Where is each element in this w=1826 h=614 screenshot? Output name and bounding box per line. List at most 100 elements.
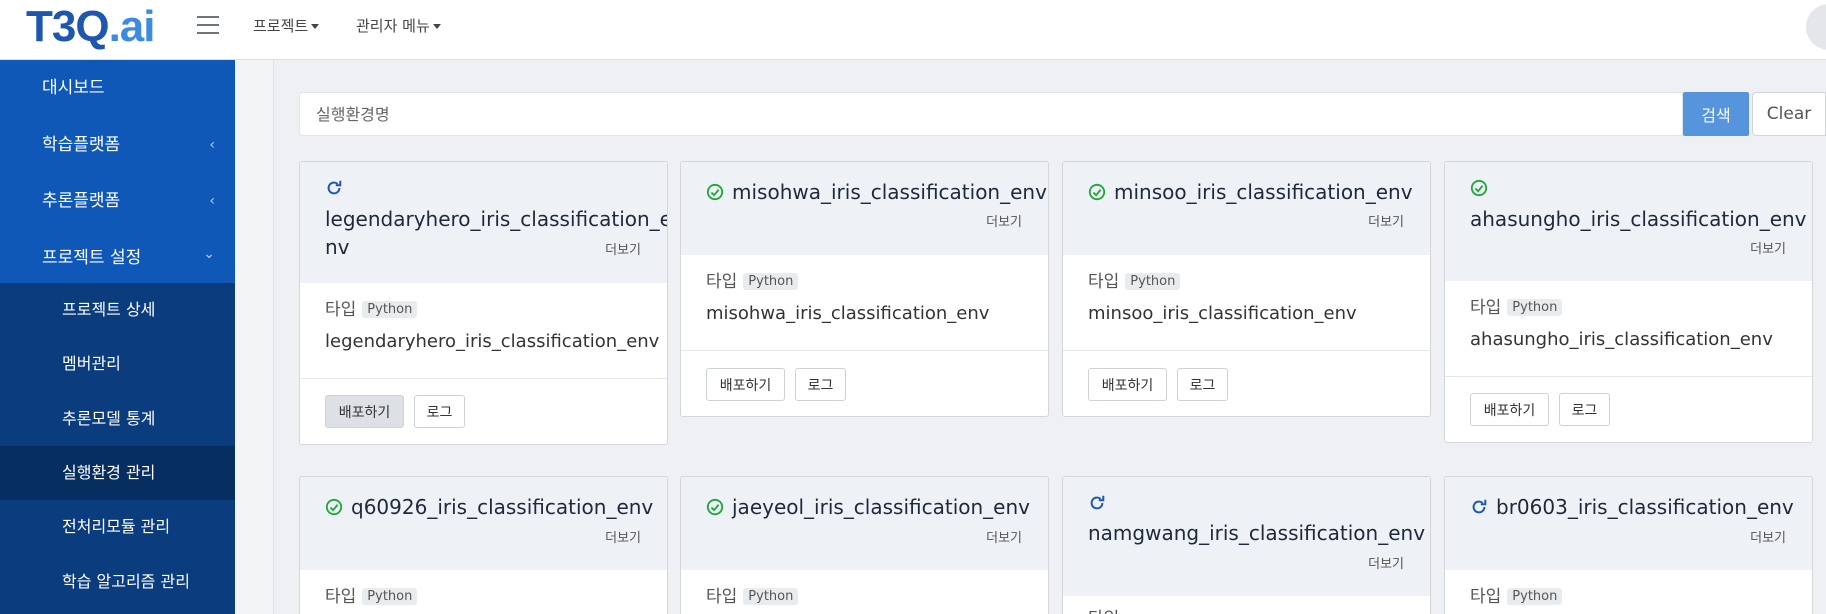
type-label: 타입 [1470,298,1502,318]
nav-menu-admin-label: 관리자 메뉴 [356,17,430,35]
sidebar-subitem-label: 학습 알고리즘 관리 [62,572,190,591]
card-title-text: q60926_iris_classification_env [351,495,654,519]
card-title[interactable]: namgwang_iris_classification_env [1088,519,1425,547]
logo-main: T3Q [26,2,110,51]
card-title-line2: nv [325,235,350,259]
check-circle-icon [706,183,724,201]
env-card: q60926_iris_classification_env 더보기 타입 Pyt… [299,476,668,614]
more-link[interactable]: 더보기 [605,527,641,546]
card-title-text: br0603_iris_classification_env [1496,495,1794,519]
caret-down-icon [432,24,441,29]
more-link[interactable]: 더보기 [605,239,641,258]
card-title-text: minsoo_iris_classification_env [1114,180,1413,204]
env-card: ahasungho_iris_classification_env 더보기 타입… [1444,161,1813,443]
deploy-button[interactable]: 배포하기 [1088,368,1167,401]
sidebar-subitem-project-detail[interactable]: 프로젝트 상세 [0,283,235,337]
top-navbar: T3Q.ai 프로젝트 관리자 메뉴 [0,0,1826,60]
type-label: 타입 [1088,272,1120,292]
type-badge: Python [743,588,799,605]
log-button[interactable]: 로그 [414,395,465,428]
type-label: 타입 [325,587,357,607]
deploy-button[interactable]: 배포하기 [1470,393,1549,426]
nav-menu-project-label: 프로젝트 [253,17,309,35]
sidebar-item-inference-platform[interactable]: 추론플랫폼 ‹ [0,173,235,229]
env-card: namgwang_iris_classification_env 더보기 타입 [1062,476,1431,614]
card-title[interactable]: minsoo_iris_classification_env [1088,178,1413,206]
more-link[interactable]: 더보기 [1750,238,1786,257]
content-gutter [235,60,274,614]
type-badge: Python [1125,273,1181,290]
log-button[interactable]: 로그 [1559,393,1610,426]
card-header: ahasungho_iris_classification_env 더보기 [1445,162,1812,281]
chevron-left-icon: ‹ [209,193,215,209]
card-header: namgwang_iris_classification_env 더보기 [1063,477,1430,596]
nav-menu-project[interactable]: 프로젝트 [253,15,320,36]
sidebar-item-project-settings[interactable]: 프로젝트 설정 ⌄ [0,230,235,286]
sidebar-subitem-algorithms[interactable]: 학습 알고리즘 관리 [0,555,235,609]
check-circle-icon [325,498,343,516]
more-link[interactable]: 더보기 [986,211,1022,230]
brand-logo[interactable]: T3Q.ai [26,2,155,52]
sidebar-subitem-inference-stats[interactable]: 추론모델 통계 [0,392,235,446]
card-header: br0603_iris_classification_env 더보기 [1445,477,1812,570]
card-title-text: jaeyeol_iris_classification_env [732,495,1030,519]
env-card: minsoo_iris_classification_env 더보기 타입 Pyt… [1062,161,1431,417]
type-label: 타입 [1088,609,1119,614]
refresh-icon [327,180,342,195]
type-badge: Python [362,301,418,318]
deploy-button[interactable]: 배포하기 [325,395,404,428]
more-link[interactable]: 더보기 [1750,527,1786,546]
type-label: 타입 [1470,587,1502,607]
card-title-text: namgwang_iris_classification_env [1088,521,1426,545]
sidebar-item-training-platform[interactable]: 학습플랫폼 ‹ [0,117,235,173]
card-title-text: ahasungho_iris_classification_env [1470,207,1807,231]
card-header: minsoo_iris_classification_env 더보기 [1063,162,1430,255]
type-badge: Python [743,273,799,290]
card-title[interactable]: misohwa_iris_classification_env [706,178,1047,206]
card-title[interactable]: jaeyeol_iris_classification_env [706,493,1030,521]
chevron-left-icon: ‹ [209,137,215,153]
type-label: 타입 [706,587,738,607]
chevron-down-icon: ⌄ [203,246,215,262]
type-row: 타입 [1088,604,1119,614]
nav-menu-admin[interactable]: 관리자 메뉴 [356,15,441,36]
refresh-icon [1472,499,1487,514]
sidebar-subitem-label: 멤버관리 [62,354,121,373]
env-name: ahasungho_iris_classification_env [1470,329,1773,350]
type-row: 타입 Python [325,295,418,320]
type-row: 타입 Python [325,582,418,607]
clear-button[interactable]: Clear [1752,92,1826,136]
search-button[interactable]: 검색 [1683,92,1749,136]
log-button[interactable]: 로그 [1177,368,1228,401]
logo-suffix: .ai [108,2,156,51]
card-footer: 배포하기 로그 [681,350,1048,416]
card-header: q60926_iris_classification_env 더보기 [300,477,667,570]
type-badge: Python [362,588,418,605]
type-row: 타입 Python [1088,267,1181,292]
sidebar-subitem-runtime-env[interactable]: 실행환경 관리 [0,446,235,500]
more-link[interactable]: 더보기 [1368,553,1404,572]
card-title[interactable]: ahasungho_iris_classification_env [1470,205,1807,233]
card-title[interactable]: br0603_iris_classification_env [1470,493,1794,521]
card-header: legendaryhero_iris_classification_e nv 더보… [300,162,667,283]
type-label: 타입 [325,300,357,320]
type-row: 타입 Python [1470,582,1563,607]
type-badge: Python [1507,588,1563,605]
card-title-text: misohwa_iris_classification_env [732,180,1047,204]
check-circle-icon [706,498,724,516]
more-link[interactable]: 더보기 [986,527,1022,546]
search-input[interactable] [299,92,1683,136]
card-header: jaeyeol_iris_classification_env 더보기 [681,477,1048,570]
sidebar-item-label: 학습플랫폼 [42,135,121,155]
sidebar-subitem-members[interactable]: 멤버관리 [0,337,235,391]
more-link[interactable]: 더보기 [1368,211,1404,230]
log-button[interactable]: 로그 [795,368,846,401]
sidebar-item-dashboard[interactable]: 대시보드 [0,60,235,116]
hamburger-icon[interactable] [197,16,219,34]
avatar[interactable] [1806,4,1826,50]
deploy-button[interactable]: 배포하기 [706,368,785,401]
card-footer: 배포하기 로그 [1445,376,1812,442]
card-title[interactable]: q60926_iris_classification_env [325,493,653,521]
sidebar-subitem-preprocess-modules[interactable]: 전처리모듈 관리 [0,500,235,554]
type-row: 타입 Python [1470,293,1563,318]
